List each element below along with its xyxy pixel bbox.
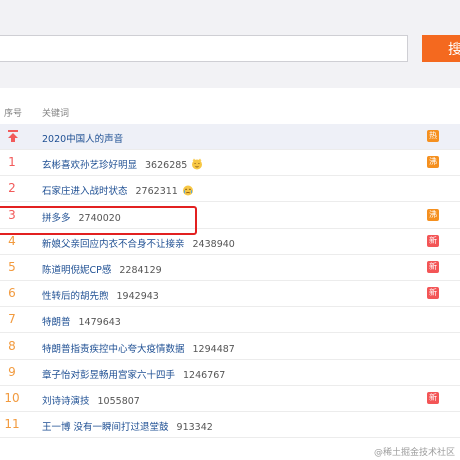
topic-title: 性转后的胡先煦 [42, 291, 109, 303]
rank-number: 4 [8, 233, 16, 248]
rank-number: 6 [8, 286, 16, 301]
table-header: 序号 关键词 [0, 100, 460, 122]
search-count: 2284129 [119, 265, 162, 276]
topic-link[interactable]: 2020中国人的声音 [42, 131, 123, 145]
topic-title: 刘诗诗演技 [42, 396, 90, 407]
new-badge: 新 [427, 392, 439, 404]
topic-link[interactable]: 石家庄进入战时状态 2762311 [42, 183, 194, 197]
search-count: 1294487 [192, 343, 235, 355]
topic-link[interactable]: 特朗普指责疾控中心夸大疫情数据 1294487 [42, 341, 235, 355]
keyword-column-header: 关键词 [42, 109, 70, 119]
rank-number: 7 [8, 312, 16, 327]
table-row[interactable]: 6 性转后的胡先煦 1942943 新 [0, 281, 460, 308]
topic-title: 特朗普 [42, 317, 71, 329]
rank-number: 9 [8, 364, 16, 379]
topic-link[interactable]: 玄彬喜欢孙艺珍好明显 3626285 [42, 157, 203, 171]
pinned-row[interactable]: 2020中国人的声音 热 [0, 124, 460, 150]
new-badge: 新 [427, 234, 439, 247]
topic-link[interactable]: 特朗普 1479643 [42, 314, 121, 328]
topic-title: 2020中国人的声音 [42, 134, 124, 145]
hot-badge: 热 [427, 130, 439, 142]
table-row[interactable]: 5 陈道明倪妮CP感 2284129 新 [0, 255, 460, 281]
rank-number: 8 [8, 338, 16, 353]
search-count: 1246767 [183, 369, 226, 381]
search-input[interactable] [0, 35, 408, 62]
topic-link[interactable]: 王一博 没有一瞬间打过退堂鼓 913342 [42, 419, 213, 433]
search-count: 3626285 [145, 160, 188, 172]
search-count: 2438940 [192, 238, 235, 250]
search-count: 913342 [176, 422, 213, 434]
table-row[interactable]: 11 王一博 没有一瞬间打过退堂鼓 913342 [0, 412, 460, 439]
search-count: 2762311 [135, 186, 178, 198]
table-row[interactable]: 1 玄彬喜欢孙艺珍好明显 3626285 沸 [0, 150, 460, 177]
rank-number: 2 [8, 181, 16, 196]
topic-link[interactable]: 章子怡对彭昱畅用宫家六十四手 1246767 [42, 367, 225, 381]
topic-title: 石家庄进入战时状态 [42, 186, 128, 198]
topic-title: 章子怡对彭昱畅用宫家六十四手 [42, 369, 176, 381]
table-row[interactable]: 9 章子怡对彭昱畅用宫家六十四手 1246767 [0, 360, 460, 386]
topic-link[interactable]: 刘诗诗演技 1055807 [42, 393, 140, 407]
topic-link[interactable]: 新娘父亲回应内衣不合身不让接亲 2438940 [42, 236, 235, 250]
search-count: 1942943 [116, 291, 159, 303]
topic-title: 新娘父亲回应内衣不合身不让接亲 [42, 238, 185, 250]
topic-title: 玄彬喜欢孙艺珍好明显 [42, 160, 138, 172]
cat-face-icon [192, 158, 203, 170]
topic-title: 特朗普指责疾控中心夸大疫情数据 [42, 343, 185, 355]
hot-badge: 沸 [427, 208, 439, 221]
search-area: 搜 [0, 0, 460, 88]
hot-badge: 沸 [427, 156, 439, 169]
search-button[interactable]: 搜 [422, 35, 460, 62]
table-row[interactable]: 7 特朗普 1479643 [0, 307, 460, 334]
topic-link[interactable]: 性转后的胡先煦 1942943 [42, 288, 159, 302]
new-badge: 新 [427, 287, 439, 300]
crying-face-icon [182, 185, 193, 196]
rank-number: 5 [8, 260, 16, 274]
table-row[interactable]: 10 刘诗诗演技 1055807 新 [0, 386, 460, 412]
topic-title: 王一博 没有一瞬间打过退堂鼓 [42, 422, 169, 434]
rank-number: 1 [8, 155, 16, 170]
pin-top-icon [8, 130, 18, 142]
search-count: 1055807 [97, 396, 140, 407]
rank-number: 11 [4, 417, 20, 432]
new-badge: 新 [427, 261, 439, 273]
watermark: @稀土掘金技术社区 [374, 448, 456, 458]
table-row[interactable]: 2 石家庄进入战时状态 2762311 [0, 176, 460, 203]
search-count: 1479643 [78, 317, 121, 329]
rank-column-header: 序号 [4, 109, 23, 119]
table-row[interactable]: 8 特朗普指责疾控中心夸大疫情数据 1294487 [0, 334, 460, 360]
rank-number: 10 [4, 391, 20, 405]
topic-link[interactable]: 陈道明倪妮CP感 2284129 [42, 262, 162, 276]
highlight-annotation-box [0, 206, 197, 235]
topic-title: 陈道明倪妮CP感 [42, 265, 112, 276]
